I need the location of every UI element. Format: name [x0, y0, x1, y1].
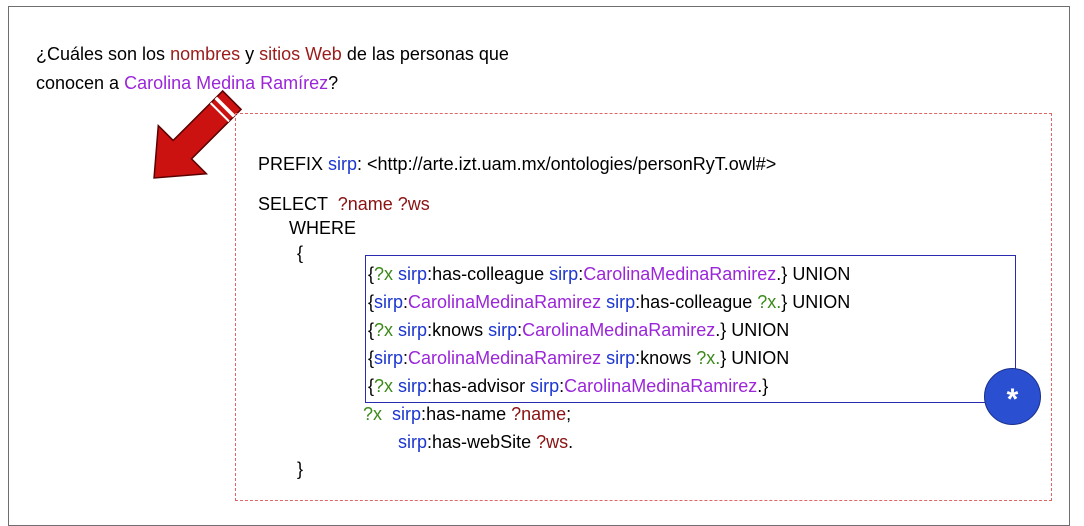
question-text: ¿Cuáles son los nombres y sitios Web de …: [36, 40, 516, 98]
triple-pattern-line: {sirp:CarolinaMedinaRamirez sirp:has-col…: [368, 292, 851, 312]
has-name-line: ?x sirp:has-name ?name;: [363, 404, 572, 424]
asterisk-badge: *: [984, 368, 1041, 425]
close-brace: }: [297, 459, 304, 479]
triple-pattern-line: {?x sirp:has-advisor sirp:CarolinaMedina…: [368, 376, 769, 396]
triple-pattern-line: {sirp:CarolinaMedinaRamirez sirp:knows ?…: [368, 348, 790, 368]
triple-pattern-line: {?x sirp:has-colleague sirp:CarolinaMedi…: [368, 264, 851, 284]
prefix-line: PREFIX sirp: <http://arte.izt.uam.mx/ont…: [258, 154, 777, 174]
has-website-line: sirp:has-webSite ?ws.: [398, 432, 574, 452]
question-part: ¿Cuáles son los: [36, 44, 171, 64]
highlight-websites: sitios Web: [259, 44, 342, 64]
open-brace: {: [297, 243, 304, 263]
select-line: SELECT ?name ?ws: [258, 194, 430, 214]
down-right-arrow-icon: [153, 89, 242, 179]
question-part: y: [240, 44, 260, 64]
where-line: WHERE: [289, 218, 356, 238]
highlight-names: nombres: [170, 44, 241, 64]
question-part: ?: [328, 73, 339, 93]
triple-pattern-line: {?x sirp:knows sirp:CarolinaMedinaRamire…: [368, 320, 790, 340]
